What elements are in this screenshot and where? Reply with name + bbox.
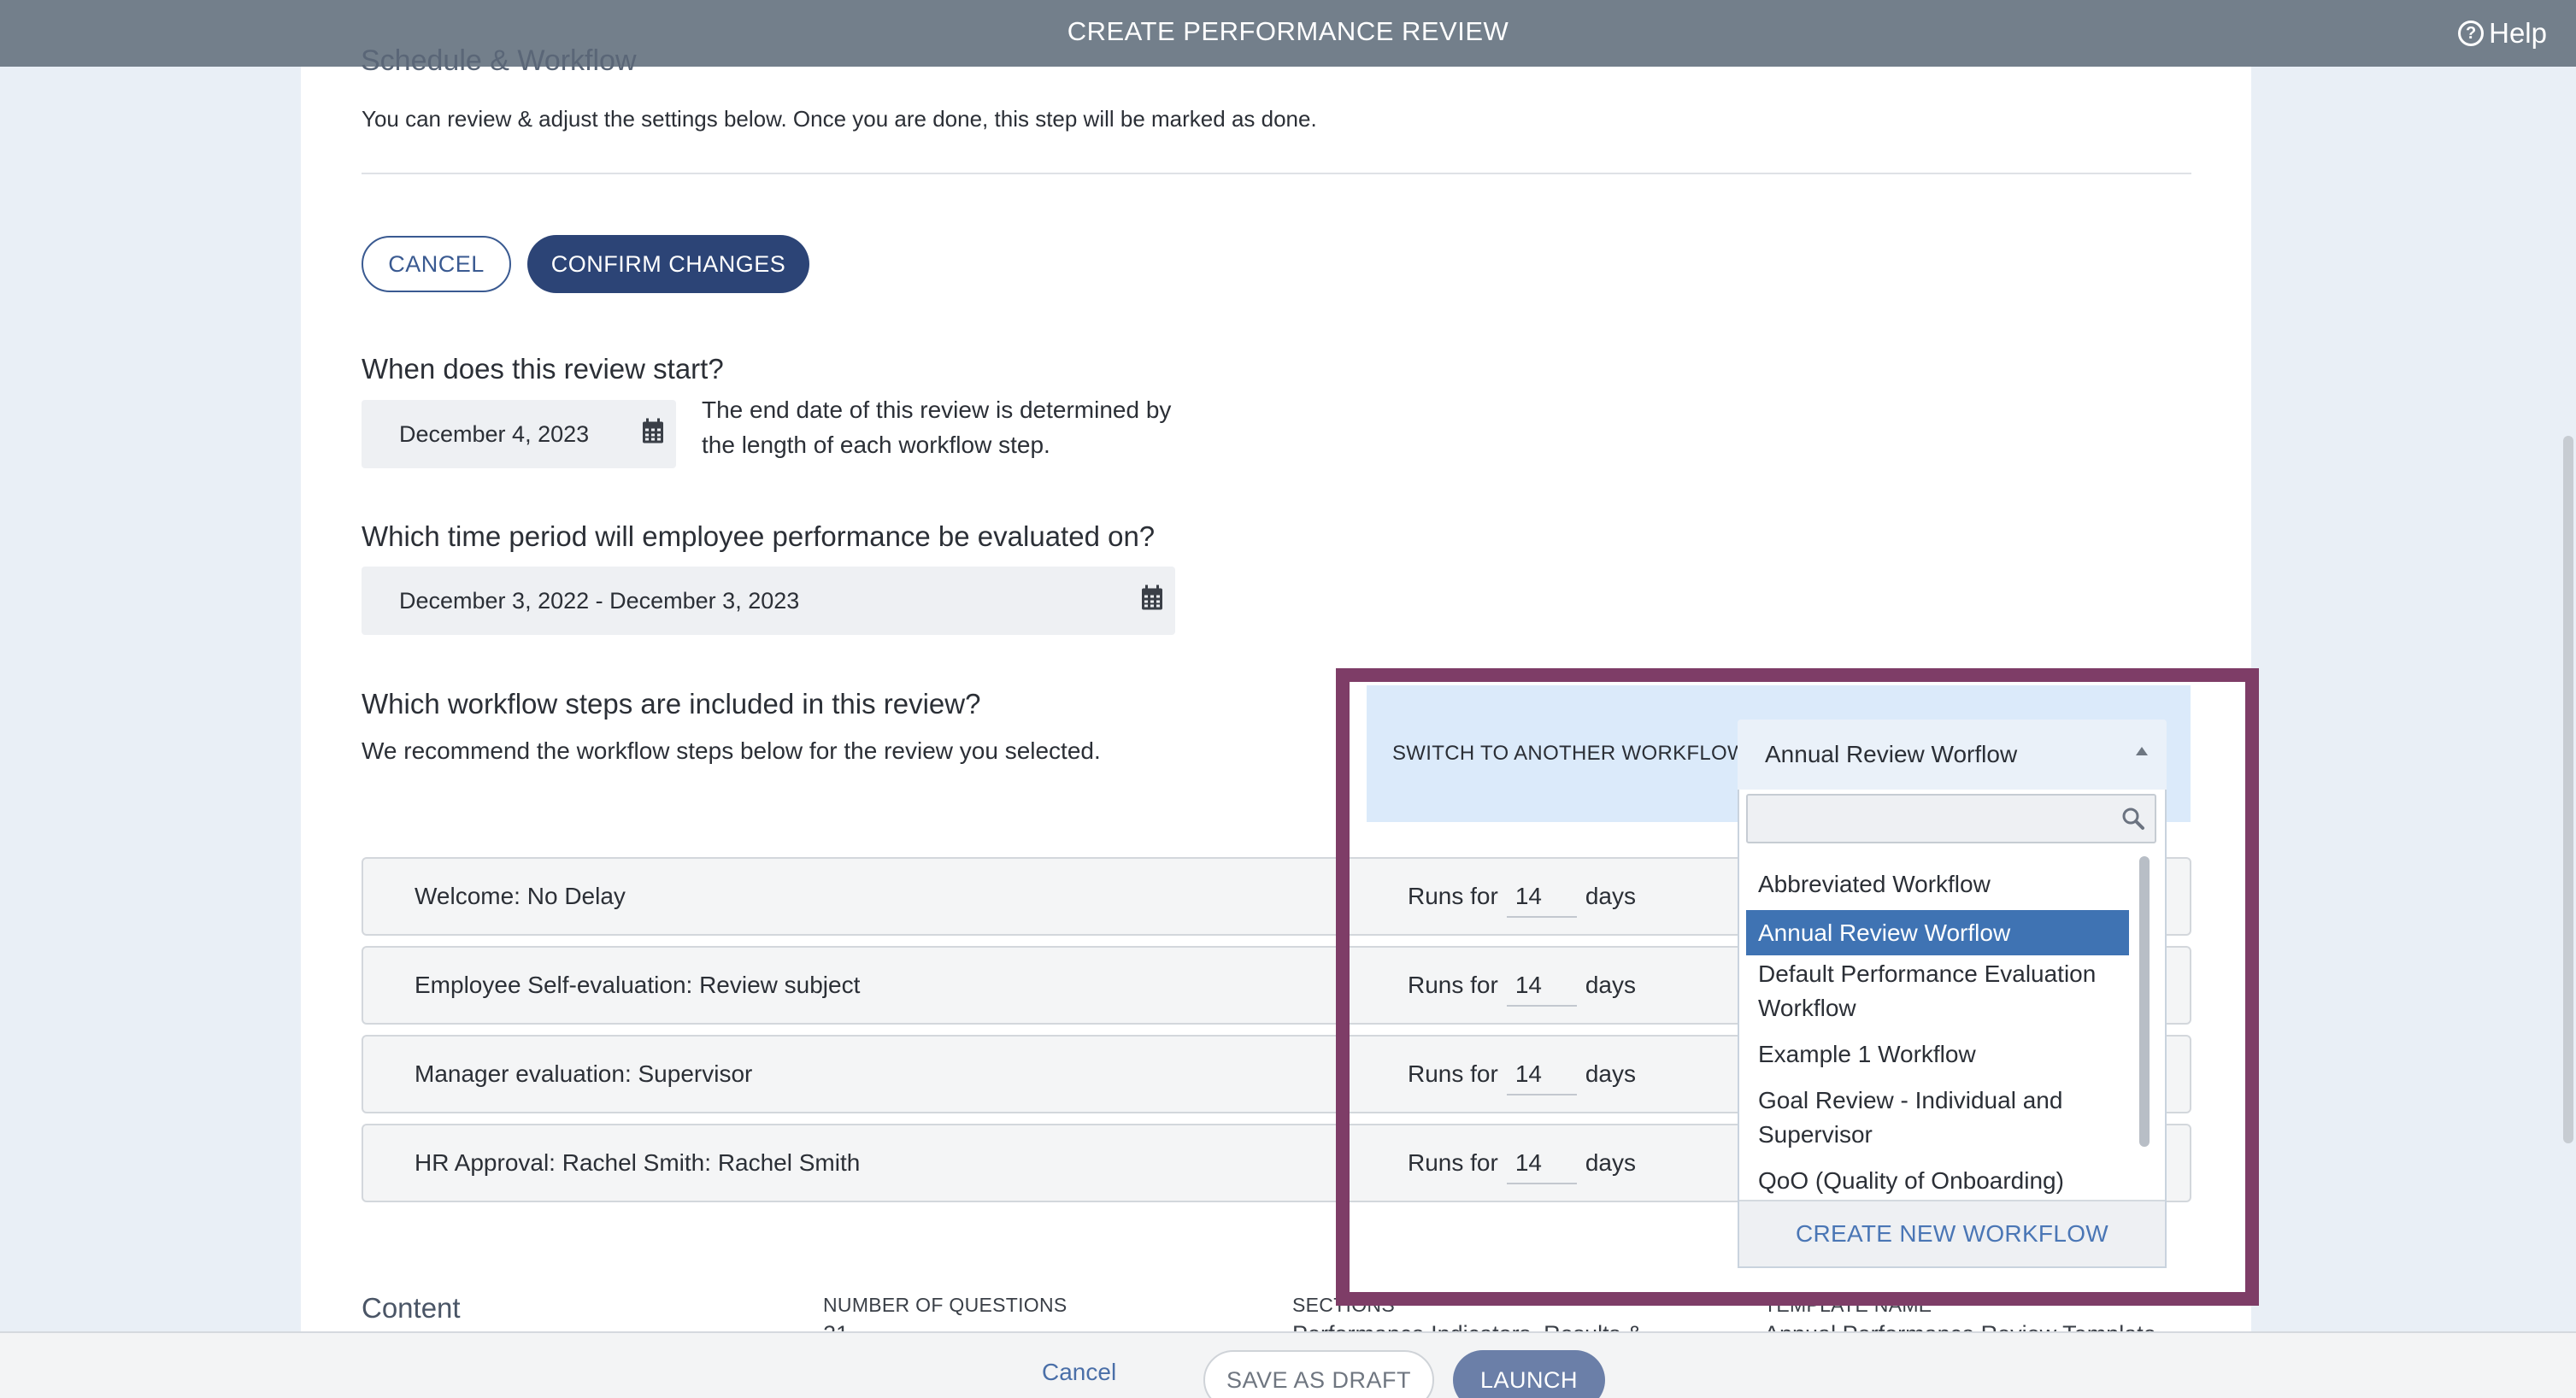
- end-date-note: The end date of this review is determine…: [702, 396, 1172, 458]
- workflow-step-label: HR Approval: Rachel Smith: Rachel Smith: [415, 1149, 861, 1176]
- workflow-recommendation: We recommend the workflow steps below fo…: [362, 737, 1101, 764]
- launch-button[interactable]: LAUNCH: [1453, 1350, 1605, 1398]
- workflow-options-list: Abbreviated Workflow Annual Review Worfl…: [1746, 853, 2136, 1246]
- footer-cancel-link[interactable]: Cancel: [1042, 1359, 1116, 1386]
- period-date-range-field[interactable]: December 3, 2022 - December 3, 2023: [362, 567, 1175, 635]
- calendar-icon[interactable]: [642, 418, 664, 450]
- workflow-step-label: Manager evaluation: Supervisor: [415, 1060, 753, 1087]
- workflow-step-label: Welcome: No Delay: [415, 883, 626, 909]
- save-as-draft-button[interactable]: SAVE AS DRAFT: [1203, 1350, 1434, 1398]
- divider: [362, 173, 2191, 174]
- workflow-option[interactable]: Abbreviated Workflow: [1746, 863, 2129, 906]
- workflow-step-label: Employee Self-evaluation: Review subject: [415, 972, 861, 998]
- workflow-question: Which workflow steps are included in thi…: [362, 688, 981, 720]
- section-heading: Schedule & Workflow: [361, 44, 637, 77]
- dropdown-scrollbar[interactable]: [2139, 856, 2150, 1147]
- period-question: Which time period will employee performa…: [362, 520, 1156, 552]
- switch-workflow-label: SWITCH TO ANOTHER WORKFLOW: [1392, 742, 1747, 765]
- questions-count-label: NUMBER OF QUESTIONS: [823, 1294, 1067, 1316]
- workflow-option[interactable]: Example 1 Workflow: [1746, 1037, 2129, 1072]
- caret-up-icon: [2136, 747, 2148, 755]
- question-circle-icon: ?: [2458, 21, 2485, 46]
- confirm-changes-button[interactable]: CONFIRM CHANGES: [527, 235, 809, 293]
- start-date-field[interactable]: December 4, 2023: [362, 400, 676, 468]
- start-question: When does this review start?: [362, 353, 724, 385]
- workflow-dropdown: Abbreviated Workflow Annual Review Worfl…: [1738, 790, 2167, 1268]
- help-label: Help: [2489, 17, 2547, 49]
- workflow-option[interactable]: Default Performance Evaluation Workflow: [1746, 957, 2129, 1025]
- cancel-button[interactable]: CANCEL: [362, 236, 511, 292]
- calendar-icon[interactable]: [1141, 584, 1163, 617]
- workflow-select[interactable]: Annual Review Worflow: [1738, 720, 2167, 790]
- workflow-option-selected[interactable]: Annual Review Worflow: [1746, 910, 2129, 955]
- start-date-value: December 4, 2023: [399, 420, 590, 447]
- help-link[interactable]: ? Help: [2458, 0, 2547, 67]
- search-icon: [2120, 806, 2146, 836]
- bottom-action-bar: Cancel SAVE AS DRAFT LAUNCH: [0, 1331, 2576, 1398]
- content-section-title: Content: [362, 1292, 461, 1324]
- workflow-select-value: Annual Review Worflow: [1765, 741, 2018, 767]
- page-scrollbar[interactable]: [2563, 436, 2573, 1143]
- workflow-search-input[interactable]: [1746, 794, 2156, 843]
- workflow-option[interactable]: QoO (Quality of Onboarding): [1746, 1164, 2129, 1198]
- create-new-workflow-button[interactable]: CREATE NEW WORKFLOW: [1739, 1200, 2165, 1266]
- period-range-value: December 3, 2022 - December 3, 2023: [399, 587, 800, 614]
- section-description: You can review & adjust the settings bel…: [362, 106, 1317, 132]
- workflow-option[interactable]: Goal Review - Individual and Supervisor: [1746, 1084, 2129, 1152]
